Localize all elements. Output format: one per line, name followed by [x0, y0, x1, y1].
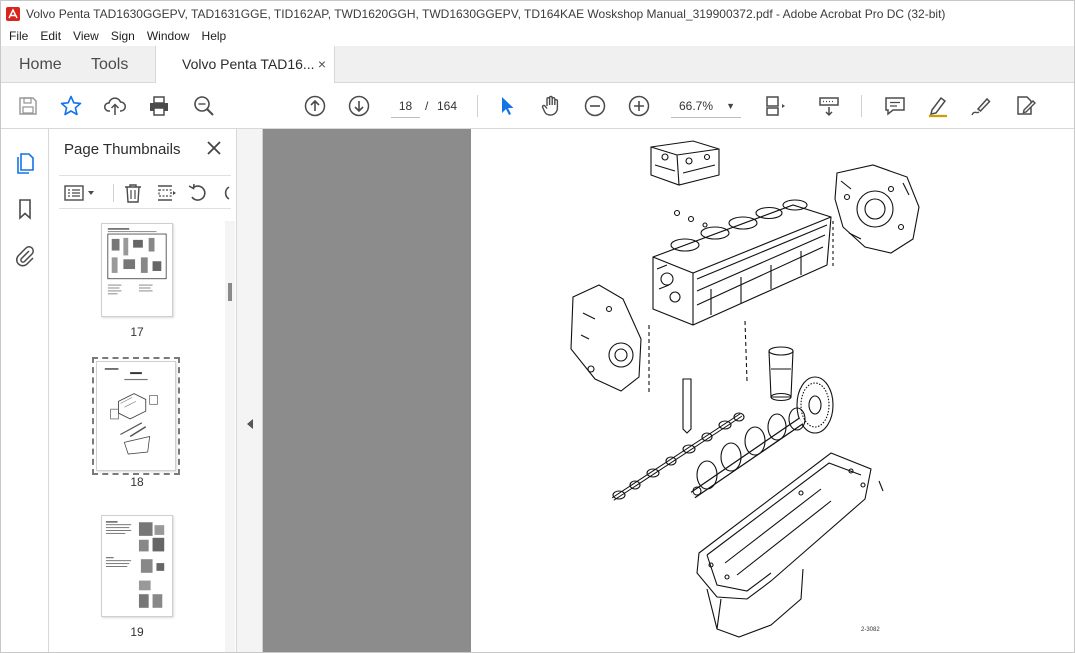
zoom-level-value: 66.7% — [679, 99, 714, 113]
menu-edit[interactable]: Edit — [34, 26, 67, 46]
thumbnail-label: 18 — [130, 475, 144, 489]
page-thumbnails-panel: Page Thumbnails 17 18 19 — [49, 129, 237, 652]
title-bar: Volvo Penta TAD1630GGEPV, TAD1631GGE, TI… — [1, 1, 1074, 26]
menu-view[interactable]: View — [67, 26, 105, 46]
bookmark-icon[interactable] — [13, 197, 37, 221]
highlight-icon[interactable] — [925, 93, 951, 119]
document-view[interactable]: 2-3082 — [263, 129, 1074, 652]
thumbnail-toolbar — [59, 175, 231, 209]
thumbnail-label: 19 — [130, 625, 144, 639]
page-separator: / — [425, 99, 429, 113]
menu-window[interactable]: Window — [141, 26, 196, 46]
cylinder-liner-part — [768, 346, 794, 402]
menu-bar: File Edit View Sign Window Help — [1, 26, 1074, 46]
panel-splitter[interactable] — [237, 129, 263, 652]
engine-block-part — [652, 199, 834, 326]
thumbnail-list: 17 18 19 — [49, 221, 223, 652]
scroll-mode-icon[interactable] — [816, 93, 842, 119]
document-page: 2-3082 — [471, 129, 1074, 652]
toolbar: 18 / 164 66.7% ▼ — [1, 83, 1074, 129]
cylinder-head-part — [650, 140, 720, 186]
select-arrow-icon[interactable] — [494, 93, 520, 119]
menu-help[interactable]: Help — [196, 26, 233, 46]
tab-document[interactable]: Volvo Penta TAD16... × — [155, 46, 335, 84]
scrollbar-thumb[interactable] — [228, 283, 232, 301]
upload-icon[interactable] — [102, 93, 128, 119]
thumbnail-page-17-preview — [107, 228, 167, 295]
zoom-search-icon[interactable] — [191, 93, 217, 119]
navigation-rail — [1, 129, 49, 652]
oil-pan-part — [696, 452, 884, 638]
toolbar-divider — [477, 95, 478, 117]
collapse-panel-icon[interactable] — [247, 419, 253, 429]
extract-pages-icon[interactable] — [155, 182, 177, 204]
acrobat-logo-icon — [6, 6, 20, 21]
rotate-icon[interactable] — [187, 182, 209, 204]
save-icon[interactable] — [15, 93, 41, 119]
flywheel-housing-part — [834, 164, 920, 254]
page-total: 164 — [437, 99, 458, 113]
zoom-in-icon[interactable] — [626, 93, 652, 119]
hand-icon[interactable] — [538, 93, 564, 119]
more-tools-icon[interactable] — [219, 182, 231, 204]
tab-bar: Home Tools Volvo Penta TAD16... × — [1, 46, 1074, 84]
window-title: Volvo Penta TAD1630GGEPV, TAD1631GGE, TI… — [26, 6, 946, 21]
tab-home[interactable]: Home — [19, 46, 62, 83]
attachment-icon[interactable] — [13, 244, 37, 268]
options-menu-icon[interactable] — [63, 182, 97, 204]
crankshaft-part — [690, 407, 806, 499]
page-up-icon[interactable] — [302, 93, 328, 119]
page-number-input[interactable]: 18 — [391, 94, 420, 118]
menu-sign[interactable]: Sign — [105, 26, 141, 46]
thumbnail-page-18-preview — [104, 368, 158, 455]
fill-sign-icon[interactable] — [1012, 93, 1038, 119]
camshaft-part — [611, 412, 745, 501]
menu-file[interactable]: File — [3, 26, 34, 46]
close-panel-icon[interactable] — [205, 139, 223, 157]
tab-document-label: Volvo Penta TAD16... — [182, 56, 315, 72]
star-icon[interactable] — [58, 93, 84, 119]
print-icon[interactable] — [146, 93, 172, 119]
thumbnail-page-17[interactable] — [101, 223, 173, 317]
thumbnail-page-19[interactable] — [101, 515, 173, 617]
zoom-level-select[interactable]: 66.7% ▼ — [671, 94, 741, 118]
thumbnail-page-19-preview — [105, 521, 165, 608]
toolbar-divider — [861, 95, 862, 117]
thumbnail-page-18[interactable] — [92, 357, 180, 475]
thumbnail-scrollbar[interactable] — [225, 221, 235, 652]
delete-icon[interactable] — [122, 182, 144, 204]
chevron-down-icon: ▼ — [726, 101, 735, 111]
thumbnail-label: 17 — [130, 325, 144, 339]
acrobat-window: Volvo Penta TAD1630GGEPV, TAD1631GGE, TI… — [0, 0, 1075, 653]
tab-close-icon[interactable]: × — [318, 46, 326, 83]
page-fit-icon[interactable] — [761, 93, 787, 119]
timing-cover-part — [570, 284, 642, 392]
tab-tools[interactable]: Tools — [91, 46, 128, 83]
zoom-out-icon[interactable] — [582, 93, 608, 119]
panel-title: Page Thumbnails — [64, 141, 181, 158]
page-down-icon[interactable] — [346, 93, 372, 119]
comment-icon[interactable] — [882, 93, 908, 119]
engine-exploded-view-drawing — [570, 140, 920, 638]
draw-icon[interactable] — [968, 93, 994, 119]
page-thumbnails-icon[interactable] — [13, 151, 37, 175]
figure-code: 2-3082 — [861, 627, 880, 633]
thumbnail-toolbar-divider — [113, 184, 114, 202]
